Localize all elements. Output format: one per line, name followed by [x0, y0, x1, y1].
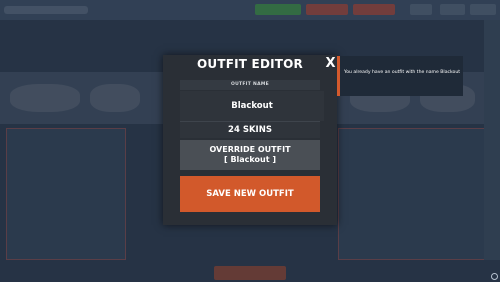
outfit-editor-modal: OUTFIT EDITOR OUTFIT NAME 24 SKINS OVERR… [163, 55, 337, 225]
save-new-outfit-button[interactable]: SAVE NEW OUTFIT [180, 176, 320, 212]
modal-title: OUTFIT EDITOR [196, 56, 303, 71]
outfit-name-input[interactable] [180, 91, 324, 121]
skins-count: 24 SKINS [180, 121, 320, 138]
circle-icon [491, 273, 498, 280]
notification-accent-bar [337, 56, 340, 96]
override-outfit-name: [ Blackout ] [224, 155, 276, 164]
notification-message: You already have an outfit with the name… [344, 70, 461, 75]
override-outfit-label: OVERRIDE OUTFIT [209, 145, 291, 154]
notification-toast: You already have an outfit with the name… [337, 56, 463, 96]
close-button[interactable]: X [324, 55, 337, 72]
outfit-name-label: OUTFIT NAME [180, 80, 320, 90]
override-outfit-button[interactable]: OVERRIDE OUTFIT [ Blackout ] [180, 140, 320, 170]
modal-header: OUTFIT EDITOR [163, 55, 337, 72]
